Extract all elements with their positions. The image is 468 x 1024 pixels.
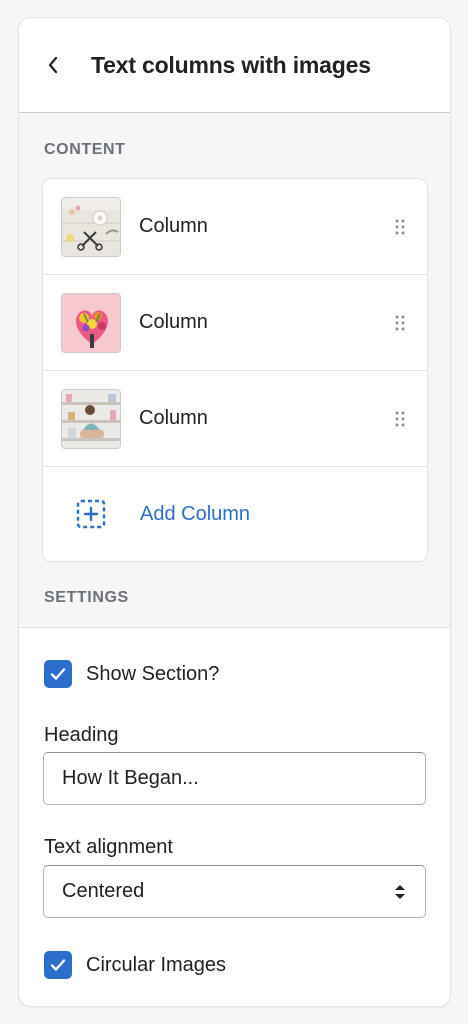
page-title: Text columns with images — [91, 51, 371, 78]
back-button[interactable] — [41, 53, 65, 77]
settings-card: Show Section? Heading How It Began... Te… — [19, 627, 450, 1006]
settings-section-label: SETTINGS — [44, 589, 129, 606]
circular-images-label: Circular Images — [86, 953, 227, 976]
heading-input-value: How It Began... — [62, 767, 199, 789]
checkbox-checked[interactable] — [44, 951, 72, 979]
text-alignment-label: Text alignment — [44, 836, 173, 858]
section-editor-panel: Text columns with images CONTENT Column … — [19, 18, 450, 1006]
checkmark-icon — [50, 959, 66, 971]
columns-list: Column Column Column Add Column — [43, 179, 427, 561]
checkmark-icon — [50, 668, 66, 680]
flower-heart-thumbnail — [61, 292, 121, 353]
heading-label: Heading — [44, 724, 119, 746]
column-label: Column — [139, 311, 208, 333]
drag-handle-icon[interactable] — [395, 411, 405, 427]
add-dashed-square-icon — [76, 499, 106, 529]
column-label: Column — [139, 407, 208, 429]
text-alignment-select[interactable]: Centered — [43, 865, 426, 918]
drag-handle-icon[interactable] — [395, 219, 405, 235]
show-section-label: Show Section? — [86, 662, 220, 685]
text-alignment-value: Centered — [62, 880, 145, 902]
list-item-column-2[interactable]: Column — [43, 275, 427, 371]
list-item-column-1[interactable]: Column — [43, 179, 427, 275]
circular-images-checkbox[interactable]: Circular Images — [44, 951, 226, 979]
panel-header: Text columns with images — [19, 18, 450, 113]
woman-shelves-thumbnail — [61, 388, 121, 449]
heading-input[interactable]: How It Began... — [43, 752, 426, 805]
select-arrows-icon — [395, 885, 405, 899]
checkbox-checked[interactable] — [44, 660, 72, 688]
chevron-left-icon — [48, 56, 58, 74]
add-column-button[interactable]: Add Column — [43, 467, 427, 561]
flowers-scissors-thumbnail — [61, 196, 121, 257]
content-section-label: CONTENT — [44, 141, 126, 158]
list-item-column-3[interactable]: Column — [43, 371, 427, 467]
drag-handle-icon[interactable] — [395, 315, 405, 331]
show-section-checkbox[interactable]: Show Section? — [44, 660, 219, 688]
add-column-label: Add Column — [140, 502, 251, 525]
column-label: Column — [139, 215, 208, 237]
